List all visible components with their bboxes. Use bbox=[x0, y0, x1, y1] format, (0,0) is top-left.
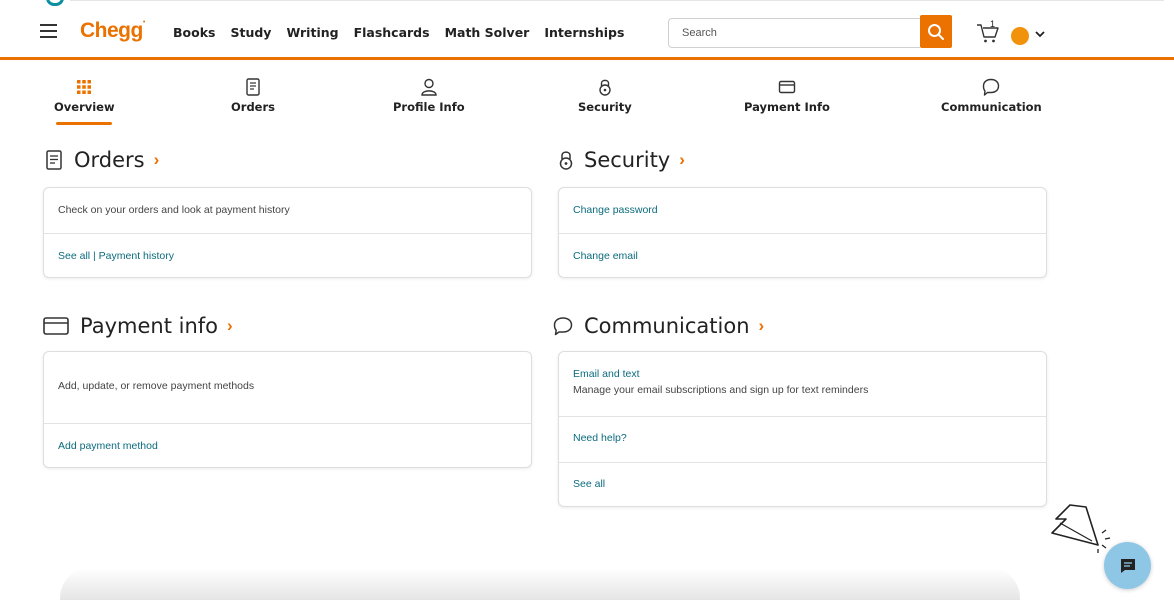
change-email-link[interactable]: Change email bbox=[559, 233, 1046, 277]
chevron-right-icon: › bbox=[227, 316, 233, 335]
credit-card-icon bbox=[43, 317, 69, 335]
email-text-description: Manage your email subscriptions and sign… bbox=[573, 384, 869, 396]
nav-study[interactable]: Study bbox=[230, 25, 271, 40]
tab-label: Orders bbox=[231, 100, 275, 114]
section-title: Security bbox=[584, 148, 671, 172]
receipt-icon bbox=[246, 78, 260, 96]
receipt-icon bbox=[46, 150, 62, 170]
orders-heading[interactable]: Orders › bbox=[44, 148, 159, 172]
nav-internships[interactable]: Internships bbox=[544, 25, 624, 40]
chevron-down-icon[interactable] bbox=[1034, 28, 1046, 40]
tab-communication[interactable]: Communication bbox=[941, 77, 1042, 114]
tab-orders[interactable]: Orders bbox=[231, 77, 275, 114]
avatar[interactable] bbox=[1011, 27, 1029, 45]
partial-glyph bbox=[46, 0, 64, 6]
grid-icon bbox=[77, 80, 92, 94]
nav-books[interactable]: Books bbox=[173, 25, 215, 40]
tab-label: Security bbox=[578, 100, 632, 114]
email-and-text-link[interactable]: Email and text bbox=[573, 368, 1046, 380]
tab-security[interactable]: Security bbox=[578, 77, 632, 114]
hamburger-icon[interactable] bbox=[40, 24, 57, 38]
tab-profile-info[interactable]: Profile Info bbox=[393, 77, 465, 114]
credit-card-icon bbox=[778, 80, 796, 94]
tab-label: Communication bbox=[941, 100, 1042, 114]
chat-button[interactable] bbox=[1104, 542, 1151, 589]
section-title: Payment info bbox=[80, 314, 218, 338]
tab-label: Profile Info bbox=[393, 100, 465, 114]
top-fragment bbox=[0, 0, 1174, 10]
orders-links-row: See all | Payment history bbox=[44, 233, 531, 277]
email-text-row: Email and text Manage your email subscri… bbox=[559, 352, 1046, 416]
search-button[interactable] bbox=[920, 15, 952, 48]
nav-writing[interactable]: Writing bbox=[286, 25, 338, 40]
logo-text: Chegg bbox=[80, 19, 143, 42]
nav-flashcards[interactable]: Flashcards bbox=[354, 25, 430, 40]
bottom-fade bbox=[60, 568, 1020, 600]
user-icon bbox=[421, 78, 437, 96]
cart-count: 1 bbox=[990, 19, 996, 29]
chat-bubble-icon bbox=[553, 317, 573, 336]
tab-label: Overview bbox=[54, 100, 115, 114]
top-divider bbox=[70, 0, 1164, 1]
main-nav: Books Study Writing Flashcards Math Solv… bbox=[173, 25, 624, 40]
chevron-right-icon: › bbox=[758, 316, 765, 335]
see-all-communication-link[interactable]: See all bbox=[559, 462, 1046, 506]
payment-description: Add, update, or remove payment methods bbox=[58, 380, 255, 392]
link-separator: | bbox=[90, 250, 99, 262]
chevron-right-icon: › bbox=[679, 150, 685, 169]
lock-icon bbox=[559, 151, 573, 170]
payment-history-link[interactable]: Payment history bbox=[99, 250, 174, 262]
cart-icon[interactable] bbox=[975, 21, 1001, 45]
orders-card: Check on your orders and look at payment… bbox=[43, 187, 532, 278]
need-help-link[interactable]: Need help? bbox=[559, 416, 1046, 462]
see-all-orders-link[interactable]: See all bbox=[58, 250, 90, 262]
add-payment-method-link[interactable]: Add payment method bbox=[44, 423, 531, 467]
nav-math-solver[interactable]: Math Solver bbox=[445, 25, 530, 40]
payment-info-heading[interactable]: Payment info › bbox=[42, 314, 233, 338]
search-input[interactable] bbox=[668, 18, 920, 48]
lock-icon bbox=[599, 79, 611, 96]
search-icon bbox=[928, 23, 944, 40]
section-title: Orders bbox=[74, 148, 145, 172]
communication-card: Email and text Manage your email subscri… bbox=[558, 351, 1047, 507]
tab-payment-info[interactable]: Payment Info bbox=[744, 77, 830, 114]
communication-heading[interactable]: Communication › bbox=[552, 314, 764, 338]
chevron-right-icon: › bbox=[153, 150, 160, 169]
tab-label: Payment Info bbox=[744, 100, 830, 114]
site-header: Chegg• Books Study Writing Flashcards Ma… bbox=[0, 10, 1174, 60]
payment-card: Add, update, or remove payment methods A… bbox=[43, 351, 532, 468]
pointer-arrow-icon bbox=[1051, 504, 1111, 553]
security-heading[interactable]: Security › bbox=[558, 148, 685, 172]
message-icon bbox=[1120, 558, 1135, 573]
security-card: Change password Change email bbox=[558, 187, 1047, 278]
chat-bubble-icon bbox=[983, 78, 1000, 96]
change-password-link[interactable]: Change password bbox=[559, 188, 1046, 233]
tab-overview[interactable]: Overview bbox=[54, 77, 115, 125]
account-tabs: Overview Orders Profile Info Security Pa… bbox=[30, 77, 1070, 133]
section-title: Communication bbox=[584, 314, 750, 338]
orders-description: Check on your orders and look at payment… bbox=[58, 204, 290, 216]
active-tab-indicator bbox=[56, 122, 113, 125]
chegg-logo[interactable]: Chegg• bbox=[80, 19, 145, 43]
